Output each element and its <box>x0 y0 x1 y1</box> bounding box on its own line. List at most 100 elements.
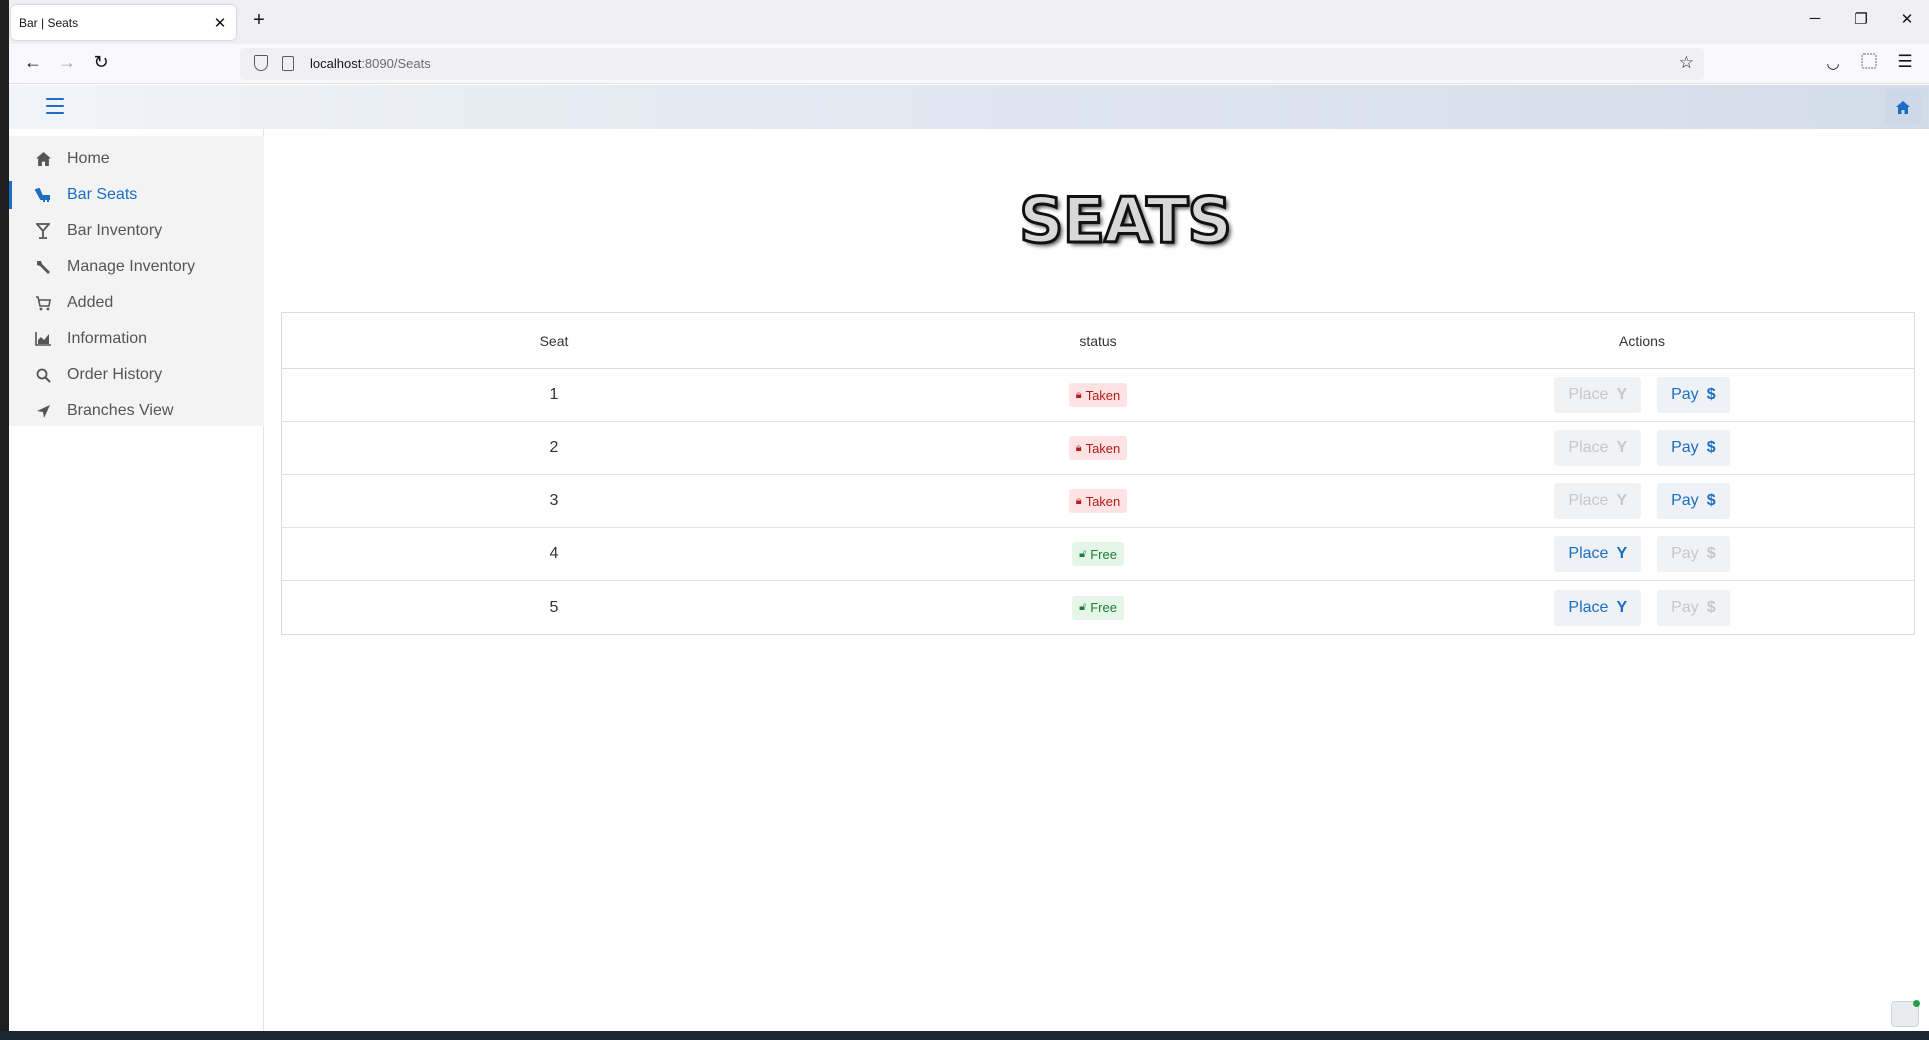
browser-window: Bar | Seats ✕ + ─ ❐ ✕ ← → ↻ localhost:80… <box>9 0 1929 1031</box>
place-label: Place <box>1568 598 1609 616</box>
home-button[interactable] <box>1885 89 1921 125</box>
new-tab-button[interactable]: + <box>247 9 271 32</box>
lock-icon: 🔒︎ <box>1075 388 1082 401</box>
pay-button[interactable]: Pay $ <box>1657 430 1730 466</box>
pay-label: Pay <box>1671 492 1699 509</box>
unlock-icon: 🔓︎ <box>1079 547 1087 560</box>
sidebar-item-home[interactable]: Home <box>9 141 264 177</box>
back-icon[interactable]: ← <box>21 52 45 73</box>
place-label: Place <box>1568 492 1609 509</box>
sidebar-item-label: Information <box>67 330 148 347</box>
pay-label: Pay <box>1671 439 1699 456</box>
place-button[interactable]: Place Y <box>1554 483 1642 519</box>
status-badge: 🔒︎ Taken <box>1068 436 1128 460</box>
pay-button[interactable]: Pay $ <box>1657 589 1730 626</box>
shield-icon[interactable] <box>254 55 268 71</box>
home-icon <box>33 149 53 169</box>
notification-dot <box>1913 1000 1920 1007</box>
cocktail-icon: Y <box>1616 439 1628 456</box>
bookmark-star-icon[interactable]: ☆ <box>1679 53 1694 73</box>
sidebar-toggle-icon[interactable] <box>46 98 64 114</box>
status-text: Taken <box>1085 493 1121 509</box>
restore-icon[interactable]: ❐ <box>1851 10 1871 28</box>
tab-bar-seats[interactable]: Bar | Seats ✕ <box>11 5 236 40</box>
pay-button[interactable]: Pay $ <box>1657 536 1730 572</box>
url-bar[interactable]: localhost:8090/Seats ☆ <box>240 48 1704 80</box>
minimize-icon[interactable]: ─ <box>1805 10 1825 27</box>
feedback-widget-icon[interactable] <box>1891 1000 1920 1027</box>
place-button[interactable]: Place Y <box>1554 430 1642 466</box>
status-badge: 🔓︎ Free <box>1072 542 1124 566</box>
sidebar-item-branches-view[interactable]: Branches View <box>9 393 264 429</box>
tab-close-icon[interactable]: ✕ <box>212 14 228 32</box>
sidebar: Home Bar Seats Bar Inventory Manage Inve… <box>9 129 264 1031</box>
cocktail-icon: Y <box>1616 598 1628 616</box>
place-button[interactable]: Place Y <box>1554 536 1642 572</box>
status-badge: 🔓︎ Free <box>1072 595 1124 620</box>
url-path: :8090/Seats <box>361 56 431 71</box>
pay-label: Pay <box>1671 386 1699 403</box>
wrench-icon <box>33 257 53 277</box>
pay-button[interactable]: Pay $ <box>1657 377 1730 413</box>
pay-button[interactable]: Pay $ <box>1657 483 1730 519</box>
sidebar-item-label: Home <box>67 150 110 167</box>
seat-icon <box>33 185 53 205</box>
seat-number: 2 <box>549 439 559 456</box>
place-button[interactable]: Place Y <box>1554 589 1642 626</box>
location-arrow-icon <box>33 401 53 421</box>
sidebar-item-manage-inventory[interactable]: Manage Inventory <box>9 249 264 285</box>
status-badge: 🔒︎ Taken <box>1068 489 1128 513</box>
cart-icon <box>33 293 53 313</box>
seat-number: 3 <box>549 492 559 509</box>
close-window-icon[interactable]: ✕ <box>1897 10 1917 28</box>
table-row: 3 🔒︎ Taken Place Y Pay $ <box>282 475 1914 528</box>
place-label: Place <box>1568 545 1609 562</box>
reload-icon[interactable]: ↻ <box>89 52 113 73</box>
header-actions: Actions <box>1619 332 1665 349</box>
url-host: localhost <box>310 56 362 71</box>
sidebar-item-bar-seats[interactable]: Bar Seats <box>9 177 264 213</box>
chart-icon <box>33 329 53 349</box>
table-header: Seat status Actions <box>282 313 1914 369</box>
search-icon <box>33 365 53 385</box>
tab-title: Bar | Seats <box>19 15 79 30</box>
lock-icon: 🔒︎ <box>1075 494 1082 507</box>
table-row: 4 🔓︎ Free Place Y Pay $ <box>282 528 1914 581</box>
sidebar-item-label: Branches View <box>67 402 174 419</box>
sidebar-item-label: Bar Inventory <box>67 222 163 239</box>
sidebar-item-order-history[interactable]: Order History <box>9 357 264 393</box>
seat-number: 1 <box>549 386 559 403</box>
header-status: status <box>1079 332 1117 349</box>
url-text[interactable]: localhost:8090/Seats <box>310 56 431 71</box>
place-button[interactable]: Place Y <box>1554 377 1642 413</box>
seat-number: 5 <box>549 598 559 616</box>
status-badge: 🔒︎ Taken <box>1068 383 1128 407</box>
sidebar-item-label: Manage Inventory <box>67 258 196 275</box>
tab-strip: Bar | Seats ✕ + ─ ❐ ✕ <box>9 0 1929 44</box>
sidebar-item-label: Added <box>67 294 114 311</box>
sidebar-item-added[interactable]: Added <box>9 285 264 321</box>
status-text: Free <box>1090 600 1117 615</box>
page-info-icon[interactable] <box>282 56 294 71</box>
dollar-icon: $ <box>1706 439 1716 456</box>
table-row: 1 🔒︎ Taken Place Y Pay $ <box>282 369 1914 422</box>
cocktail-icon <box>33 221 53 241</box>
pocket-icon[interactable]: ◡ <box>1821 54 1845 72</box>
taskbar-edge <box>0 1031 1929 1040</box>
sidebar-item-bar-inventory[interactable]: Bar Inventory <box>9 213 264 249</box>
app-menu-icon[interactable]: ☰ <box>1893 52 1917 72</box>
sidebar-menu: Home Bar Seats Bar Inventory Manage Inve… <box>9 136 264 426</box>
place-label: Place <box>1568 439 1609 456</box>
cocktail-icon: Y <box>1616 545 1628 562</box>
forward-icon[interactable]: → <box>55 52 79 73</box>
sidebar-item-label: Bar Seats <box>67 186 138 203</box>
status-text: Taken <box>1085 440 1121 456</box>
cocktail-icon: Y <box>1616 492 1628 509</box>
lock-icon: 🔒︎ <box>1075 441 1082 454</box>
sidebar-item-label: Order History <box>67 366 163 383</box>
extension-icon[interactable] <box>1857 53 1881 74</box>
seat-number: 4 <box>549 545 559 562</box>
sidebar-item-information[interactable]: Information <box>9 321 264 357</box>
main-content: SEATS Seat status Actions 1 🔒︎ Taken Plac… <box>265 129 1929 1031</box>
pay-label: Pay <box>1671 598 1699 616</box>
